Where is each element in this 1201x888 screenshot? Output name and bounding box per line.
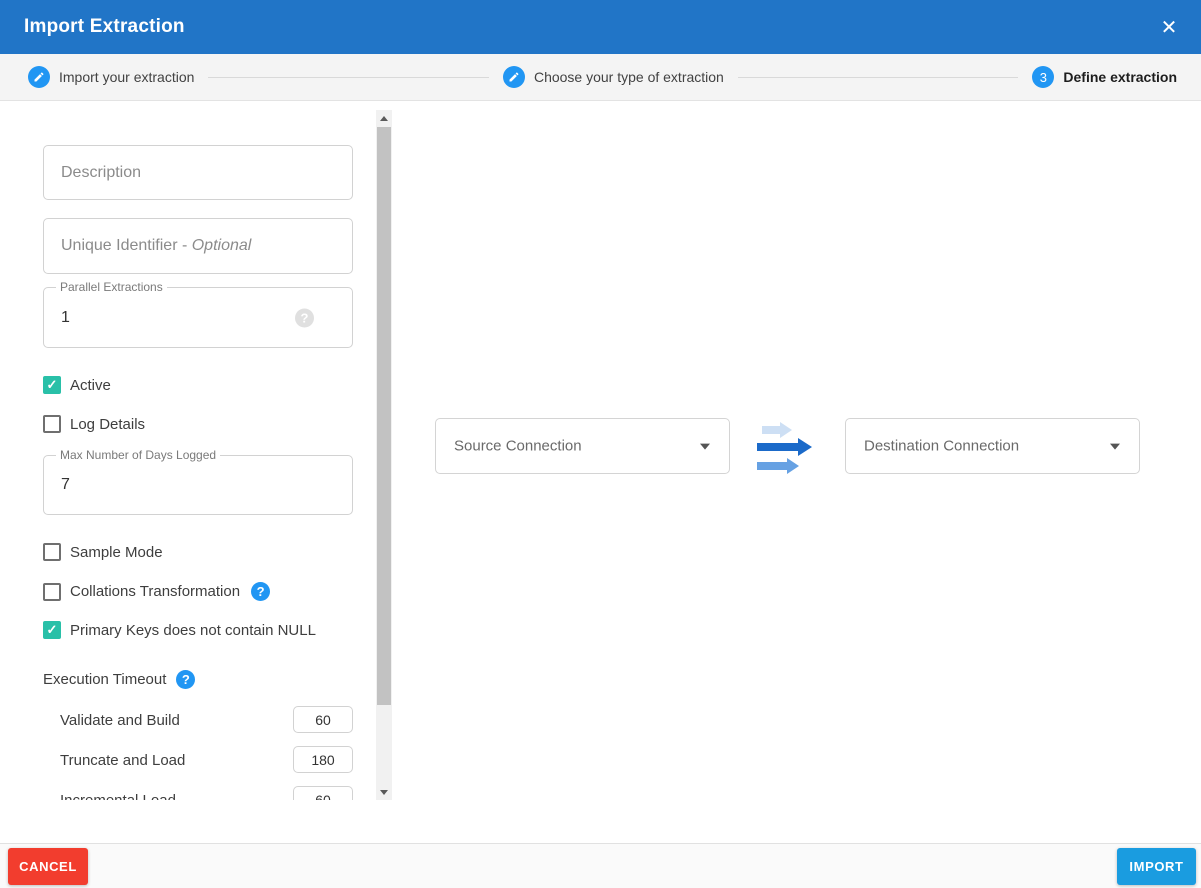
destination-connection-placeholder: Destination Connection	[864, 438, 1019, 455]
vertical-scrollbar[interactable]	[376, 110, 392, 800]
log-details-checkbox-row[interactable]: Log Details	[43, 415, 145, 433]
truncate-and-load-input[interactable]	[293, 746, 353, 773]
source-connection-placeholder: Source Connection	[454, 438, 582, 455]
step-import-your-extraction[interactable]: Import your extraction	[28, 66, 194, 88]
scroll-down-arrow-icon[interactable]	[376, 784, 392, 800]
unique-identifier-placeholder: Unique Identifier - Optional	[61, 237, 251, 255]
primary-keys-checkbox-row[interactable]: ✓ Primary Keys does not contain NULL	[43, 621, 316, 639]
checkbox-checked[interactable]: ✓	[43, 621, 61, 639]
max-days-logged-label: Max Number of Days Logged	[56, 448, 220, 462]
import-extraction-dialog: Import Extraction ✕ Import your extracti…	[0, 0, 1201, 888]
stepper-connector	[738, 77, 1019, 78]
dialog-header: Import Extraction ✕	[0, 0, 1201, 54]
help-icon[interactable]: ?	[295, 308, 314, 327]
parallel-extractions-input[interactable]	[61, 309, 261, 327]
checkbox-label: Active	[70, 377, 111, 394]
dialog-footer: CANCEL IMPORT	[0, 843, 1201, 888]
wizard-stepper: Import your extraction Choose your type …	[0, 54, 1201, 101]
truncate-and-load-label: Truncate and Load	[60, 752, 185, 769]
validate-and-build-input[interactable]	[293, 706, 353, 733]
max-days-logged-input[interactable]	[61, 476, 261, 494]
stepper-connector	[208, 77, 489, 78]
checkbox-label: Collations Transformation	[70, 583, 240, 600]
close-icon[interactable]: ✕	[1153, 11, 1185, 43]
step-choose-type[interactable]: Choose your type of extraction	[503, 66, 724, 88]
checkbox-unchecked[interactable]	[43, 543, 61, 561]
checkbox-label: Sample Mode	[70, 544, 163, 561]
execution-timeout-header: Execution Timeout ?	[43, 670, 195, 689]
step-label: Define extraction	[1063, 69, 1177, 85]
incremental-load-input[interactable]	[293, 786, 353, 800]
help-icon[interactable]: ?	[251, 582, 270, 601]
description-field[interactable]: Description	[43, 145, 353, 200]
dialog-title: Import Extraction	[24, 16, 1153, 38]
parallel-extractions-field[interactable]: Parallel Extractions ?	[43, 287, 353, 348]
description-placeholder: Description	[61, 164, 141, 182]
checkbox-checked[interactable]: ✓	[43, 376, 61, 394]
transfer-arrows-icon	[757, 415, 821, 479]
checkbox-label: Primary Keys does not contain NULL	[70, 622, 316, 639]
destination-connection-select[interactable]: Destination Connection	[845, 418, 1140, 474]
import-button[interactable]: IMPORT	[1117, 848, 1196, 885]
scroll-up-arrow-icon[interactable]	[376, 110, 392, 126]
edit-pencil-icon	[28, 66, 50, 88]
step-label: Import your extraction	[59, 69, 194, 85]
checkbox-unchecked[interactable]	[43, 415, 61, 433]
incremental-load-label: Incremental Load	[60, 792, 176, 800]
edit-pencil-icon	[503, 66, 525, 88]
checkbox-unchecked[interactable]	[43, 583, 61, 601]
collations-transformation-checkbox-row[interactable]: Collations Transformation ?	[43, 582, 270, 601]
cancel-button[interactable]: CANCEL	[8, 848, 88, 885]
source-connection-select[interactable]: Source Connection	[435, 418, 730, 474]
help-icon[interactable]: ?	[176, 670, 195, 689]
max-days-logged-field[interactable]: Max Number of Days Logged	[43, 455, 353, 515]
sample-mode-checkbox-row[interactable]: Sample Mode	[43, 543, 163, 561]
validate-and-build-label: Validate and Build	[60, 712, 180, 729]
checkbox-label: Log Details	[70, 416, 145, 433]
execution-timeout-label: Execution Timeout	[43, 671, 166, 688]
unique-identifier-field[interactable]: Unique Identifier - Optional	[43, 218, 353, 274]
chevron-down-icon	[1110, 444, 1120, 450]
scrollbar-thumb[interactable]	[377, 127, 391, 705]
step-define-extraction[interactable]: 3 Define extraction	[1032, 66, 1177, 88]
settings-form-pane: Description Unique Identifier - Optional…	[0, 110, 393, 800]
parallel-extractions-label: Parallel Extractions	[56, 280, 167, 294]
dialog-content: Description Unique Identifier - Optional…	[0, 102, 1201, 843]
step-number-badge: 3	[1032, 66, 1054, 88]
chevron-down-icon	[700, 444, 710, 450]
active-checkbox-row[interactable]: ✓ Active	[43, 376, 111, 394]
step-label: Choose your type of extraction	[534, 69, 724, 85]
